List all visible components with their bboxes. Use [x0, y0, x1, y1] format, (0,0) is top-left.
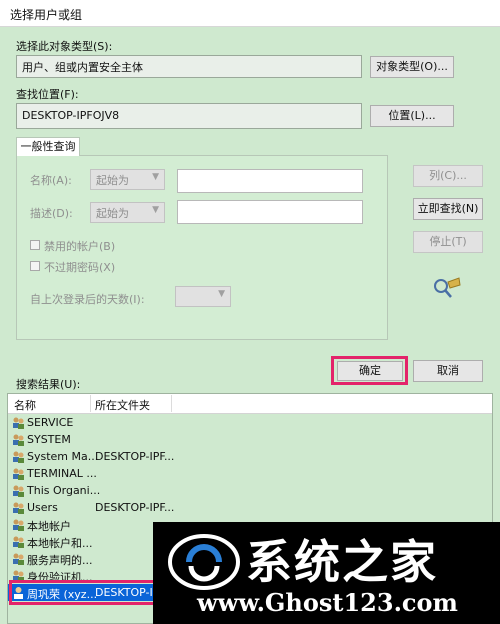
cancel-button[interactable]: 取消 — [413, 360, 483, 382]
location-label: 查找位置(F): — [16, 88, 79, 101]
location-field: DESKTOP-IPFOJV8 — [16, 103, 362, 129]
disabled-accounts-checkbox[interactable] — [30, 240, 40, 250]
result-row[interactable]: TERMINAL ... — [8, 465, 492, 482]
result-name: This Organi... — [27, 484, 101, 497]
column-divider[interactable] — [90, 395, 91, 412]
user-group-icon — [13, 553, 24, 565]
watermark-logo — [168, 534, 240, 590]
description-mode-value: 起始为 — [96, 207, 129, 220]
non-expiring-password-label: 不过期密码(X) — [44, 261, 116, 274]
columns-button[interactable]: 列(C)... — [413, 165, 483, 187]
user-group-icon — [13, 485, 24, 497]
chevron-down-icon: ▼ — [152, 205, 159, 215]
column-header-folder[interactable]: 所在文件夹 — [95, 397, 150, 413]
user-group-icon — [13, 468, 24, 480]
result-name: System Ma... — [27, 450, 99, 463]
days-since-logon-label: 自上次登录后的天数(I): — [30, 293, 145, 306]
title-bar: 选择用户或组 — [0, 0, 500, 27]
result-name: SYSTEM — [27, 433, 71, 446]
result-name: 本地帐户和... — [27, 537, 93, 550]
days-since-logon-select[interactable]: ▼ — [175, 286, 231, 307]
chevron-down-icon: ▼ — [218, 289, 225, 299]
result-row[interactable]: This Organi... — [8, 482, 492, 499]
user-group-icon — [13, 451, 24, 463]
selected-user-highlight — [9, 580, 157, 605]
watermark: 系统之家 www.Ghost123.com — [153, 522, 500, 624]
result-name: Users — [27, 501, 58, 514]
search-results-label: 搜索结果(U): — [16, 378, 81, 391]
result-row[interactable]: SYSTEM — [8, 431, 492, 448]
name-label: 名称(A): — [30, 174, 72, 187]
name-mode-value: 起始为 — [96, 174, 129, 187]
result-folder: DESKTOP-IPF... — [95, 450, 175, 463]
locations-button[interactable]: 位置(L)... — [370, 105, 454, 127]
user-group-icon — [13, 417, 24, 429]
object-type-field: 用户、组或内置安全主体 — [16, 55, 362, 78]
description-label: 描述(D): — [30, 207, 73, 220]
name-mode-select[interactable]: 起始为 ▼ — [90, 169, 165, 190]
user-group-icon — [13, 519, 24, 531]
result-name: 本地帐户 — [27, 520, 71, 533]
results-header: 名称 所在文件夹 — [8, 394, 492, 414]
disabled-accounts-label: 禁用的帐户(B) — [44, 240, 116, 253]
general-query-panel: 名称(A): 起始为 ▼ 描述(D): 起始为 ▼ 禁用的帐户(B) 不过期密码… — [16, 155, 388, 340]
column-divider[interactable] — [171, 395, 172, 412]
object-types-button[interactable]: 对象类型(O)... — [370, 56, 454, 78]
result-name: TERMINAL ... — [27, 467, 97, 480]
description-input[interactable] — [177, 200, 363, 224]
result-row[interactable]: SERVICE — [8, 414, 492, 431]
result-folder: DESKTOP-IPF... — [95, 501, 175, 514]
object-type-label: 选择此对象类型(S): — [16, 40, 113, 53]
stop-button[interactable]: 停止(T) — [413, 231, 483, 253]
non-expiring-password-checkbox[interactable] — [30, 261, 40, 271]
search-people-icon — [434, 277, 461, 298]
user-group-icon — [13, 536, 24, 548]
user-group-icon — [13, 434, 24, 446]
chevron-down-icon: ▼ — [152, 172, 159, 182]
window-title: 选择用户或组 — [10, 8, 83, 22]
ok-button[interactable]: 确定 — [337, 361, 403, 381]
watermark-brand: 系统之家 — [246, 535, 438, 589]
column-header-name[interactable]: 名称 — [14, 397, 36, 413]
user-group-icon — [13, 502, 24, 514]
result-row[interactable]: System Ma... DESKTOP-IPF... — [8, 448, 492, 465]
tab-general-queries[interactable]: 一般性查询 — [16, 137, 80, 156]
name-input[interactable] — [177, 169, 363, 193]
result-name: 服务声明的... — [27, 554, 93, 567]
result-row[interactable]: Users DESKTOP-IPF... — [8, 499, 492, 516]
result-name: SERVICE — [27, 416, 74, 429]
watermark-url: www.Ghost123.com — [197, 588, 458, 617]
description-mode-select[interactable]: 起始为 ▼ — [90, 202, 165, 223]
find-now-button[interactable]: 立即查找(N) — [413, 198, 483, 220]
